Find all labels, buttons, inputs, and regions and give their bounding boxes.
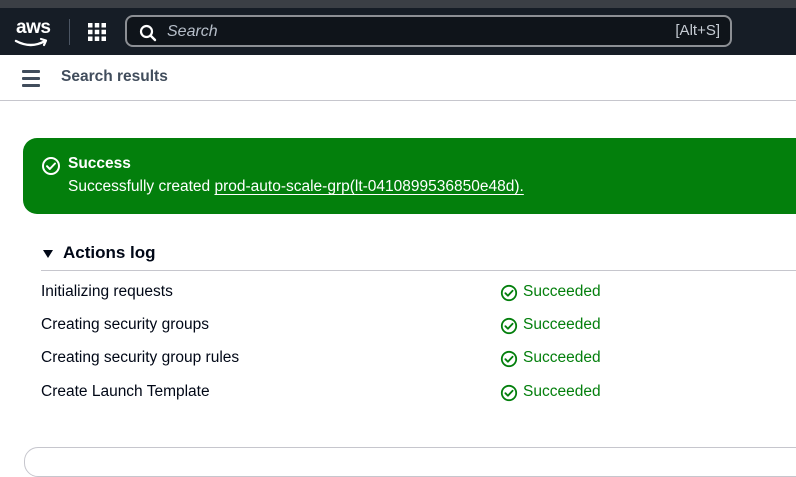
top-navigation-bar: aws [Alt+S] (0, 0, 796, 55)
log-status-label: Succeeded (523, 316, 601, 333)
check-circle-icon (500, 350, 518, 368)
breadcrumb[interactable]: Search results (61, 68, 168, 86)
search-shortcut-hint: [Alt+S] (675, 22, 720, 39)
search-bar[interactable]: [Alt+S] (125, 15, 732, 47)
log-step-label: Creating security group rules (41, 349, 240, 366)
flash-message: Successfully created prod-auto-scale-grp… (68, 178, 524, 196)
search-icon (139, 24, 157, 42)
flash-title: Success (68, 155, 131, 172)
aws-logo-text: aws (16, 17, 51, 38)
topbar-divider (69, 19, 70, 45)
log-row: Creating security group rules Succeeded (41, 347, 796, 371)
grid-menu-icon[interactable] (87, 22, 107, 42)
flash-message-prefix: Successfully created (68, 178, 215, 195)
launch-template-link[interactable]: prod-auto-scale-grp(lt-0410899536850e48d… (214, 178, 523, 195)
log-row: Creating security groups Succeeded (41, 314, 796, 338)
log-row: Initializing requests Succeeded (41, 281, 796, 305)
check-circle-icon (500, 384, 518, 402)
check-circle-icon (500, 317, 518, 335)
aws-smile-icon (14, 37, 48, 47)
actions-log-title: Actions log (63, 243, 156, 262)
sub-header: Search results (0, 55, 796, 101)
success-flash-banner: Success Successfully created prod-auto-s… (23, 138, 796, 214)
log-step-label: Initializing requests (41, 283, 173, 300)
check-circle-icon (42, 157, 60, 175)
hamburger-menu-icon[interactable] (22, 70, 40, 87)
check-circle-icon (500, 284, 518, 302)
caret-down-icon (43, 250, 53, 258)
log-status-label: Succeeded (523, 283, 601, 300)
actions-log-toggle[interactable]: Actions log (41, 242, 796, 271)
log-status-label: Succeeded (523, 349, 601, 366)
log-row: Create Launch Template Succeeded (41, 381, 796, 405)
log-status-label: Succeeded (523, 383, 601, 400)
log-step-label: Create Launch Template (41, 383, 210, 400)
log-step-label: Creating security groups (41, 316, 209, 333)
aws-logo[interactable]: aws (14, 17, 54, 49)
search-input[interactable] (165, 20, 649, 44)
next-steps-card (24, 447, 796, 477)
